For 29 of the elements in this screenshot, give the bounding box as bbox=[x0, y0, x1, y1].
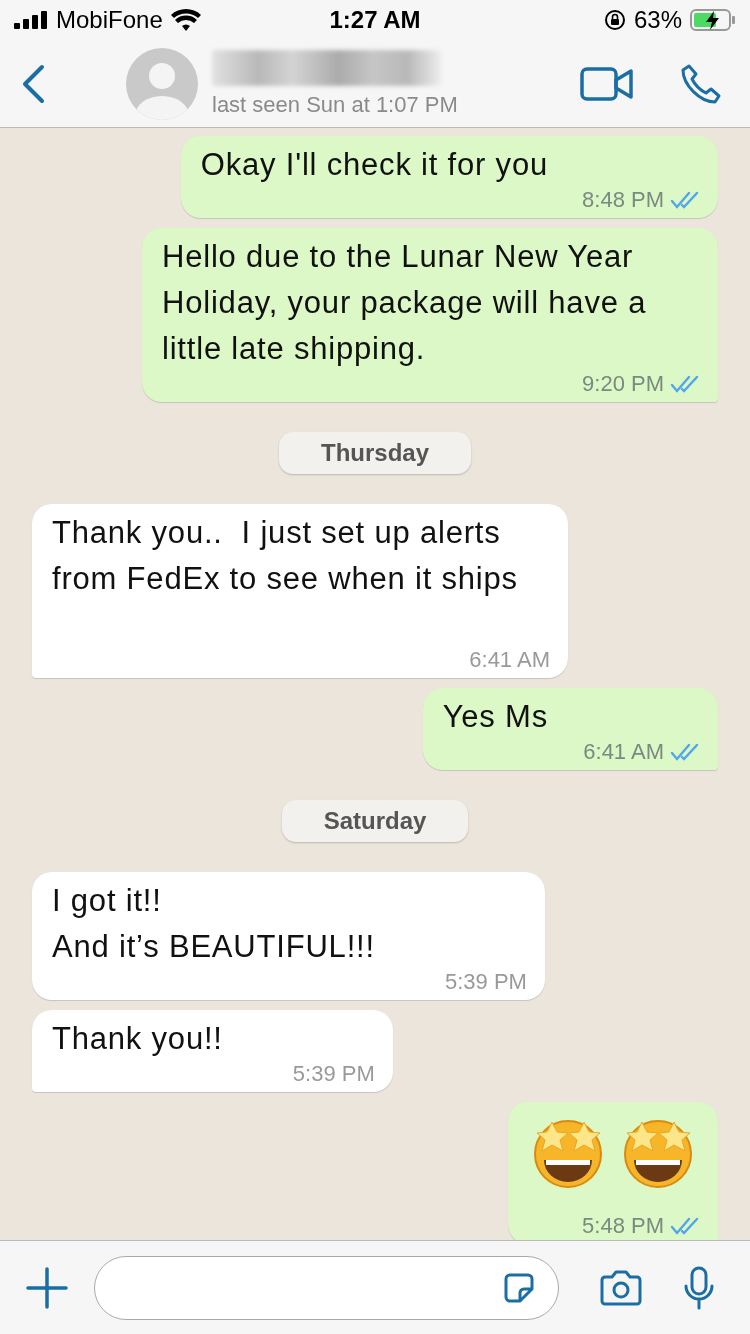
message-time: 5:39 PM bbox=[444, 970, 527, 994]
video-call-icon[interactable] bbox=[580, 66, 634, 101]
date-separator: Thursday bbox=[279, 432, 471, 474]
carrier-name: MobiFone bbox=[56, 6, 163, 34]
message-text: Yes Ms bbox=[442, 699, 548, 734]
date-separator: Saturday bbox=[281, 800, 469, 842]
camera-icon[interactable] bbox=[599, 1268, 643, 1307]
microphone-icon[interactable] bbox=[683, 1265, 715, 1310]
message-text: I got it!! And it’s BEAUTIFUL!!! bbox=[52, 883, 375, 964]
message-time: 8:48 PM bbox=[582, 188, 664, 212]
wifi-icon bbox=[170, 9, 201, 31]
back-icon[interactable] bbox=[20, 63, 46, 104]
message-time: 6:41 AM bbox=[469, 648, 550, 672]
message-time: 6:41 AM bbox=[583, 740, 664, 764]
message-text: Thank you.. I just set up alerts from FedEx to see when it ships bbox=[52, 515, 518, 596]
message-text: Hello due to the Lunar New Year Holiday, your package will have a little late shipping. bbox=[162, 239, 648, 366]
battery-percent: 63% bbox=[633, 6, 682, 34]
rotation-lock-icon bbox=[603, 9, 626, 31]
clock-time: 1:27 AM bbox=[329, 6, 421, 34]
last-seen-status: last seen Sun at 1:07 PM bbox=[212, 91, 459, 118]
signal-icon bbox=[14, 11, 48, 29]
message-text: Okay I'll check it for you bbox=[200, 147, 548, 182]
message-text: Thank you!! bbox=[52, 1021, 223, 1056]
battery-charging-icon bbox=[690, 9, 736, 31]
message-time: 9:20 PM bbox=[582, 372, 664, 396]
message-time: 5:39 PM bbox=[292, 1062, 375, 1086]
message-time: 5:48 PM bbox=[582, 1214, 664, 1238]
phone-call-icon[interactable] bbox=[680, 62, 722, 105]
add-icon[interactable] bbox=[26, 1266, 68, 1309]
